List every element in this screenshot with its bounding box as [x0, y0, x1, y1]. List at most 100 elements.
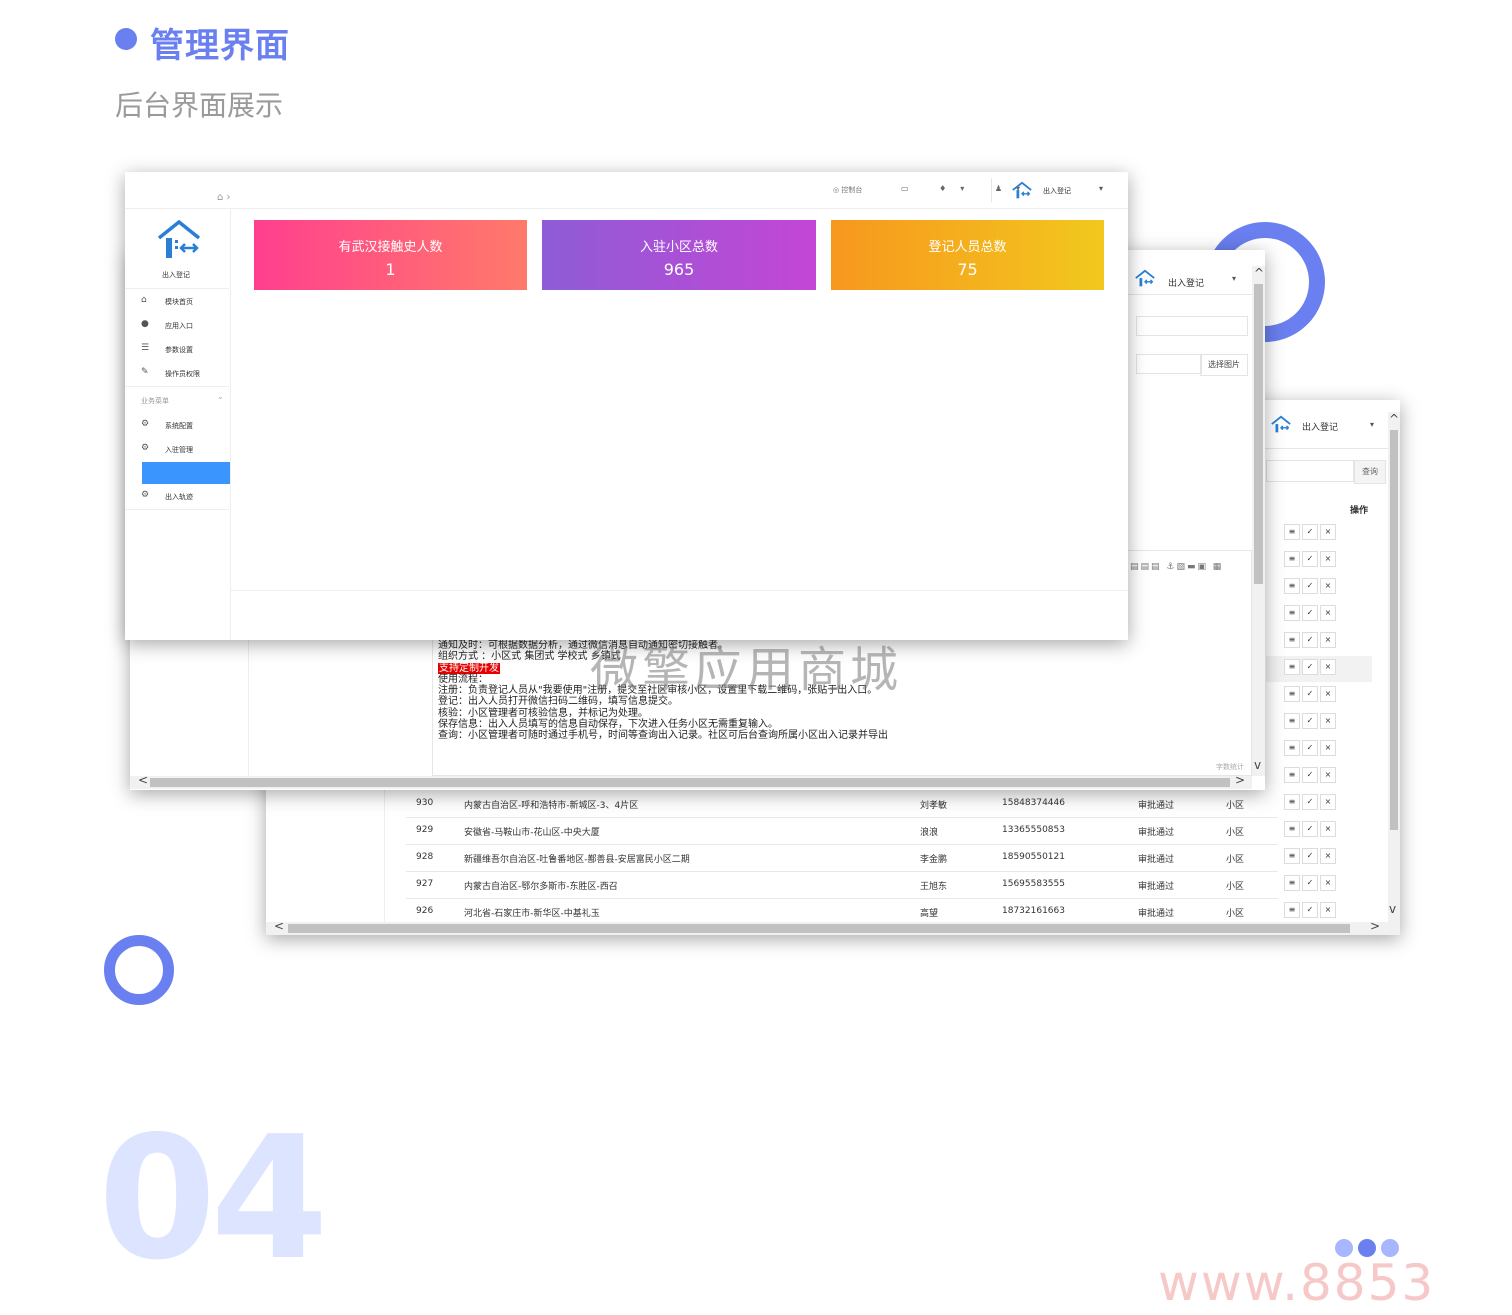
table-row[interactable]: 927 内蒙古自治区-鄂尔多斯市-东胜区-西召 王旭东 15695583555 … [406, 871, 1278, 899]
reject-icon[interactable]: × [1320, 875, 1336, 891]
reject-icon[interactable]: × [1320, 848, 1336, 864]
detail-icon[interactable]: ≡ [1284, 875, 1300, 891]
table-row[interactable]: 930 内蒙古自治区-呼和浩特市-新城区-3、4片区 刘孝敏 158483744… [406, 790, 1278, 818]
approve-icon[interactable]: ✓ [1302, 524, 1318, 540]
scrollbar-thumb[interactable] [1390, 430, 1398, 830]
reject-icon[interactable]: × [1320, 632, 1336, 648]
reject-icon[interactable]: × [1320, 686, 1336, 702]
image-path-field[interactable] [1136, 354, 1202, 374]
chevron-down-icon[interactable]: ▾ [1099, 184, 1103, 193]
pick-image-button[interactable]: 选择图片 [1200, 354, 1248, 376]
cell-phone: 15695583555 [1002, 879, 1065, 889]
scrollbar-thumb[interactable] [1254, 284, 1263, 584]
scrollbar-thumb[interactable] [288, 924, 1350, 933]
scroll-left-icon[interactable]: < [274, 919, 284, 933]
reject-icon[interactable]: × [1320, 578, 1336, 594]
page-subtitle: 后台界面展示 [115, 89, 284, 122]
reject-icon[interactable]: × [1320, 902, 1336, 918]
approve-icon[interactable]: ✓ [1302, 740, 1318, 756]
table-row[interactable]: 928 新疆维吾尔自治区-吐鲁番地区-鄯善县-安居富民小区二期 李金鹏 1859… [406, 844, 1278, 872]
text-field[interactable] [1136, 316, 1248, 336]
table-row[interactable]: 929 安徽省-马鞍山市-花山区-中央大厦 浪浪 13365550853 审批通… [406, 817, 1278, 845]
sidebar-item-app-entry[interactable]: ● 应用入口 [125, 314, 229, 336]
detail-icon[interactable]: ≡ [1284, 740, 1300, 756]
detail-icon[interactable]: ≡ [1284, 551, 1300, 567]
cell-name: 刘孝敏 [920, 801, 948, 811]
approve-icon[interactable]: ✓ [1302, 821, 1318, 837]
chevron-down-icon[interactable]: ▾ [1370, 420, 1374, 429]
detail-icon[interactable]: ≡ [1284, 713, 1300, 729]
approve-icon[interactable]: ✓ [1302, 632, 1318, 648]
app-logo-icon [1135, 269, 1155, 287]
sidebar-item-module-home[interactable]: ⌂ 模块首页 [125, 290, 229, 312]
console-link[interactable]: ◎ 控制台 [833, 185, 862, 195]
detail-icon[interactable]: ≡ [1284, 578, 1300, 594]
scroll-left-icon[interactable]: < [138, 773, 148, 787]
reject-icon[interactable]: × [1320, 659, 1336, 675]
scroll-down-icon[interactable]: v [1254, 758, 1261, 772]
search-button[interactable]: 查询 [1354, 460, 1386, 484]
detail-icon[interactable]: ≡ [1284, 821, 1300, 837]
detail-icon[interactable]: ≡ [1284, 659, 1300, 675]
approve-icon[interactable]: ✓ [1302, 713, 1318, 729]
approve-icon[interactable]: ✓ [1302, 902, 1318, 918]
chevron-down-icon[interactable]: ▾ [1232, 274, 1236, 283]
approve-icon[interactable]: ✓ [1302, 686, 1318, 702]
reject-icon[interactable]: × [1320, 713, 1336, 729]
scroll-up-icon[interactable]: ^ [1389, 412, 1399, 426]
cell-phone: 13365550853 [1002, 825, 1065, 835]
section-number: 04 [98, 1100, 329, 1298]
detail-icon[interactable]: ≡ [1284, 524, 1300, 540]
editor-line: 查询：小区管理者可随时通过手机号，时间等查询出入记录。社区可后台查询所属小区出入… [438, 730, 888, 742]
editor-line: 核验：小区管理者可核验信息，并标记为处理。 [438, 707, 648, 719]
editor-line: 保存信息：出入人员填写的信息自动保存，下次进入任务小区无需重复输入。 [438, 719, 778, 731]
scroll-up-icon[interactable]: ^ [1254, 266, 1264, 280]
sidebar-item-system-config[interactable]: ⚙ 系统配置 [125, 414, 229, 436]
approve-icon[interactable]: ✓ [1302, 551, 1318, 567]
reject-icon[interactable]: × [1320, 767, 1336, 783]
detail-icon[interactable]: ≡ [1284, 605, 1300, 621]
approve-icon[interactable]: ✓ [1302, 767, 1318, 783]
scroll-right-icon[interactable]: > [1370, 919, 1380, 933]
gear-icon: ⚙ [141, 443, 150, 453]
detail-icon[interactable]: ≡ [1284, 632, 1300, 648]
chevron-down-icon[interactable]: ⌄ [217, 392, 224, 401]
app-name: 出入登记 [1302, 423, 1339, 433]
detail-icon[interactable]: ≡ [1284, 794, 1300, 810]
sidebar-item-label: 操作员权限 [165, 370, 200, 378]
sidebar-item-trajectory[interactable]: ⚙ 出入轨迹 [125, 485, 229, 507]
detail-icon[interactable]: ≡ [1284, 686, 1300, 702]
detail-icon[interactable]: ≡ [1284, 767, 1300, 783]
approve-icon[interactable]: ✓ [1302, 848, 1318, 864]
reject-icon[interactable]: × [1320, 524, 1336, 540]
row-actions: ≡ ✓ × [1284, 902, 1336, 918]
reject-icon[interactable]: × [1320, 740, 1336, 756]
approve-icon[interactable]: ✓ [1302, 875, 1318, 891]
sidebar-item-active[interactable] [142, 462, 230, 484]
reject-icon[interactable]: × [1320, 605, 1336, 621]
scrollbar-thumb[interactable] [150, 778, 1230, 787]
reject-icon[interactable]: × [1320, 794, 1336, 810]
breadcrumb-home-icon[interactable]: ⌂ › [217, 192, 231, 203]
scroll-down-icon[interactable]: v [1389, 902, 1396, 916]
approve-icon[interactable]: ✓ [1302, 659, 1318, 675]
stat-card-value: 965 [663, 260, 695, 279]
decor-ring-small [104, 935, 174, 1005]
reject-icon[interactable]: × [1320, 551, 1336, 567]
sidebar-item-settle-manage[interactable]: ⚙ 入驻管理 [125, 438, 229, 460]
sidebar-item-operator-permissions[interactable]: ✎ 操作员权限 [125, 362, 229, 384]
stat-card-title: 入驻小区总数 [639, 240, 718, 255]
cell-address: 河北省-石家庄市-新华区-中基礼玉 [464, 909, 600, 919]
approve-icon[interactable]: ✓ [1302, 605, 1318, 621]
detail-icon[interactable]: ≡ [1284, 848, 1300, 864]
scroll-right-icon[interactable]: > [1235, 773, 1245, 787]
detail-icon[interactable]: ≡ [1284, 902, 1300, 918]
approve-icon[interactable]: ✓ [1302, 578, 1318, 594]
approve-icon[interactable]: ✓ [1302, 794, 1318, 810]
search-input[interactable] [1266, 460, 1354, 482]
row-actions: ≡ ✓ × [1284, 659, 1336, 675]
sidebar-item-settings[interactable]: ☰ 参数设置 [125, 338, 229, 360]
cell-type: 小区 [1226, 828, 1245, 838]
reject-icon[interactable]: × [1320, 821, 1336, 837]
cell-status: 审批通过 [1138, 801, 1175, 811]
